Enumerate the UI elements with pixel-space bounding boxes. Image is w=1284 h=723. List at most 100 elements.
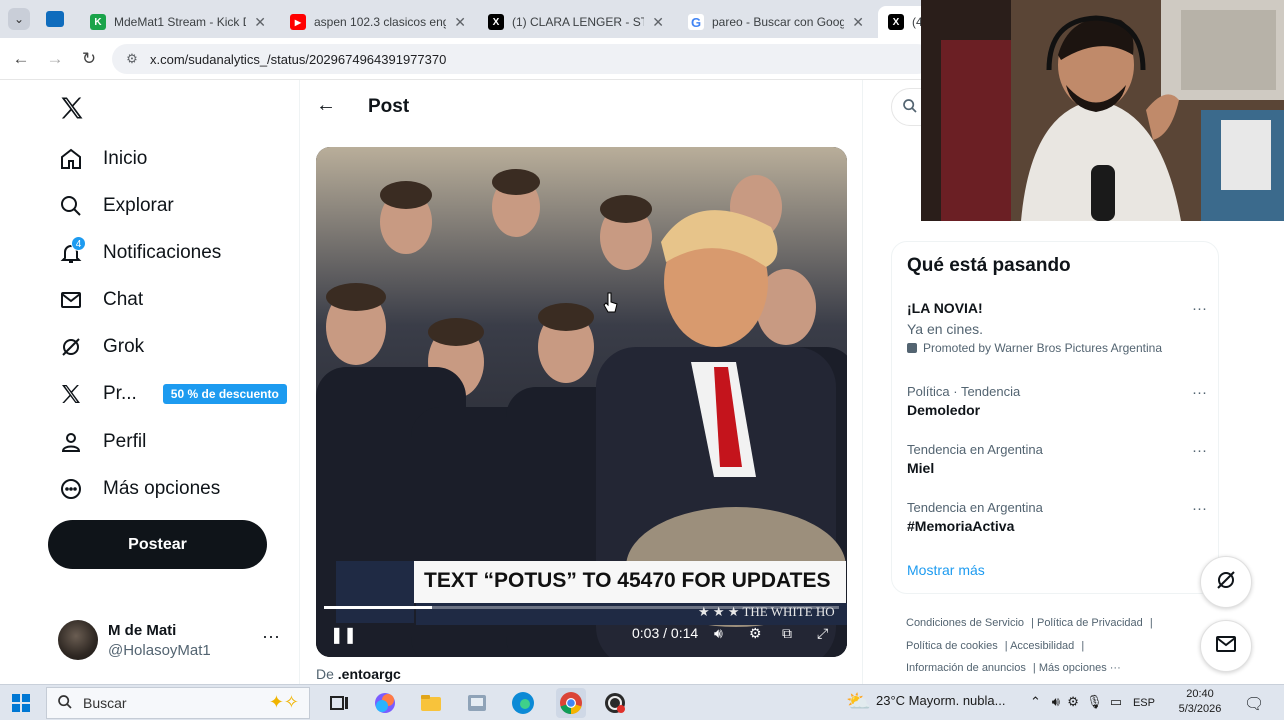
sidebar-item-mas-opciones[interactable]: Más opciones [58,471,220,507]
account-name: M de Mati [108,622,177,639]
sidebar-item-inicio[interactable]: Inicio [58,141,147,177]
sidebar-item-label: Notificaciones [103,242,222,263]
outlook-pinned-tab[interactable] [46,11,64,27]
app-tray-icon[interactable]: ⚙ [1067,694,1079,709]
more-icon[interactable]: ··· [262,626,280,647]
more-icon[interactable]: ··· [1192,500,1207,517]
back-arrow-icon[interactable]: ← [316,94,336,117]
taskbar-clock[interactable]: 20:40 5/3/2026 [1170,687,1230,717]
trend-item-promoted[interactable]: ¡LA NOVIA! Ya en cines. Promoted by Warn… [907,300,1207,355]
account-switcher[interactable]: M de Mati @HolasoyMat1 ··· [58,620,288,660]
post-button[interactable]: Postear [48,520,267,569]
show-more-link[interactable]: Mostrar más [907,562,985,578]
sidebar-item-perfil[interactable]: Perfil [58,424,146,460]
webcam-image [921,0,1284,221]
avatar [58,620,98,660]
obs-icon[interactable] [602,690,628,716]
chevron-up-icon[interactable]: ⌃ [1030,694,1041,709]
sidebar-item-explorar[interactable]: Explorar [58,188,174,224]
grok-icon [1214,568,1238,597]
close-icon[interactable]: ✕ [852,14,864,31]
language-indicator[interactable]: ESP [1133,697,1155,709]
notification-badge: 4 [71,236,86,251]
mic-icon[interactable]: 🎙︎ [1086,694,1103,709]
taskbar-search-input[interactable]: Buscar ✦✧ [46,687,310,719]
tab-list-dropdown[interactable]: ⌄ [8,8,30,30]
volume-icon[interactable]: 🔊︎ [1052,694,1060,709]
tab-youtube[interactable]: ▶ aspen 102.3 clasicos engar ✕ [280,6,476,38]
sidebar-item-grok[interactable]: Grok [58,329,144,365]
close-icon[interactable]: ✕ [454,14,466,31]
reload-icon[interactable]: ↻ [78,48,100,70]
pip-icon[interactable]: ⧉ [782,625,792,642]
close-icon[interactable]: ✕ [254,14,266,31]
copilot-icon[interactable] [372,690,398,716]
sidebar-item-premium[interactable]: Pr... 50 % de descuento [58,376,287,412]
weather-text[interactable]: 23°C Mayorm. nubla... [876,693,1005,708]
edge-icon[interactable] [510,690,536,716]
chrome-icon[interactable] [556,688,586,718]
account-handle: @HolasoyMat1 [108,642,211,659]
video-scrubber[interactable] [324,606,839,609]
sidebar-item-chat[interactable]: Chat [58,282,143,318]
footer-link-ads[interactable]: Información de anuncios [906,662,1026,674]
fullscreen-icon[interactable]: ⤢ [817,625,828,642]
footer-links: Condiciones de Servicio | Política de Pr… [906,617,1153,674]
system-tray[interactable]: ⌃ 🔊︎ ⚙ 🎙︎ ▭ ESP [1030,694,1155,710]
task-view-icon[interactable] [326,690,352,716]
trend-name: #MemoriaActiva [907,518,1015,534]
tab-title: (1) CLARA LENGER - STREA [512,15,644,29]
more-icon[interactable]: ··· [1192,384,1207,401]
sidebar-item-label: Más opciones [103,478,221,499]
video-progress-fill [324,606,433,609]
footer-link-cookies[interactable]: Política de cookies [906,640,998,652]
site-settings-icon[interactable]: ⚙ [124,51,140,67]
more-icon[interactable]: ··· [1192,442,1207,459]
pause-icon[interactable]: ❚❚ [330,625,357,645]
mail-icon [1214,632,1238,661]
trend-item[interactable]: Tendencia en Argentina Miel ··· [907,442,1207,476]
footer-link-more[interactable]: Más opciones ··· [1039,662,1121,674]
windows-start-icon[interactable] [12,694,30,712]
sidebar-item-label: Explorar [103,195,174,216]
footer-link-terms[interactable]: Condiciones de Servicio [906,617,1024,629]
tab-kick[interactable]: K MdeMat1 Stream - Kick De ✕ [80,6,276,38]
clock-time: 20:40 [1186,688,1214,700]
network-icon[interactable]: ▭ [1110,694,1122,709]
trend-item[interactable]: Tendencia en Argentina #MemoriaActiva ··… [907,500,1207,534]
footer-link-privacy[interactable]: Política de Privacidad [1037,617,1143,629]
trend-name: Miel [907,460,935,476]
trend-context: Tendencia en Argentina [907,500,1043,515]
webcam-overlay [921,0,1284,221]
mail-icon [58,287,84,313]
more-icon[interactable]: ··· [1192,300,1207,317]
byline-name[interactable]: .entoargc [338,666,401,682]
close-icon[interactable]: ✕ [652,14,664,31]
tab-title: aspen 102.3 clasicos engar [314,15,447,29]
sidebar: Inicio Explorar 4 Notificaciones Chat Gr… [0,80,300,684]
forward-arrow-icon[interactable]: → [44,48,66,70]
x-icon [58,381,84,407]
x-logo-icon[interactable] [58,94,86,122]
url-field[interactable]: ⚙ x.com/sudanalytics_/status/20296749643… [112,44,932,74]
grok-float-button[interactable] [1200,556,1252,608]
messages-float-button[interactable] [1200,620,1252,672]
clock-date: 5/3/2026 [1178,703,1222,715]
app-icon[interactable] [464,690,490,716]
sidebar-item-notificaciones[interactable]: 4 Notificaciones [58,235,221,271]
weather-icon: ⛅ [846,691,871,713]
tab-x-clara[interactable]: X (1) CLARA LENGER - STREA ✕ [478,6,674,38]
tab-google[interactable]: G pareo - Buscar con Google ✕ [678,6,874,38]
file-explorer-icon[interactable] [418,690,444,716]
grok-icon [58,334,84,360]
trend-item[interactable]: Política · Tendencia Demoledor ··· [907,384,1207,418]
settings-icon[interactable]: ⚙ [749,625,762,642]
sparkle-icon: ✦✧ [268,692,299,712]
notification-center-icon[interactable]: 🗨︎ [1244,694,1264,714]
back-arrow-icon[interactable]: ← [10,48,32,70]
sidebar-item-label: Inicio [103,148,148,169]
mouse-cursor-icon [603,292,618,313]
footer-link-accessibility[interactable]: Accesibilidad [1010,640,1074,652]
video-player[interactable]: TEXT “POTUS” TO 45470 FOR UPDATES ★ ★ ★ … [316,147,847,657]
volume-icon[interactable]: 🔊︎ [714,625,723,642]
